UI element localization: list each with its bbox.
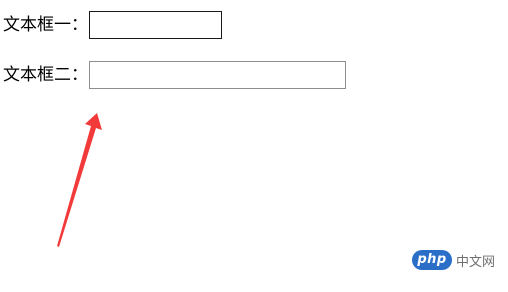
site-watermark: php 中文网 xyxy=(412,250,495,270)
arrow-shape xyxy=(57,113,102,247)
red-arrow-icon xyxy=(57,113,102,247)
form-row-field-one: 文本框一： xyxy=(3,11,222,39)
php-logo: php xyxy=(412,250,452,270)
field-one-input[interactable] xyxy=(89,11,222,39)
field-two-label: 文本框二： xyxy=(3,65,88,85)
field-two-input[interactable] xyxy=(89,61,346,89)
watermark-text: 中文网 xyxy=(456,254,496,270)
page: { "form": { "field1": { "label": "文本框一："… xyxy=(0,0,508,292)
form-row-field-two: 文本框二： xyxy=(3,61,346,89)
field-one-label: 文本框一： xyxy=(3,15,88,35)
